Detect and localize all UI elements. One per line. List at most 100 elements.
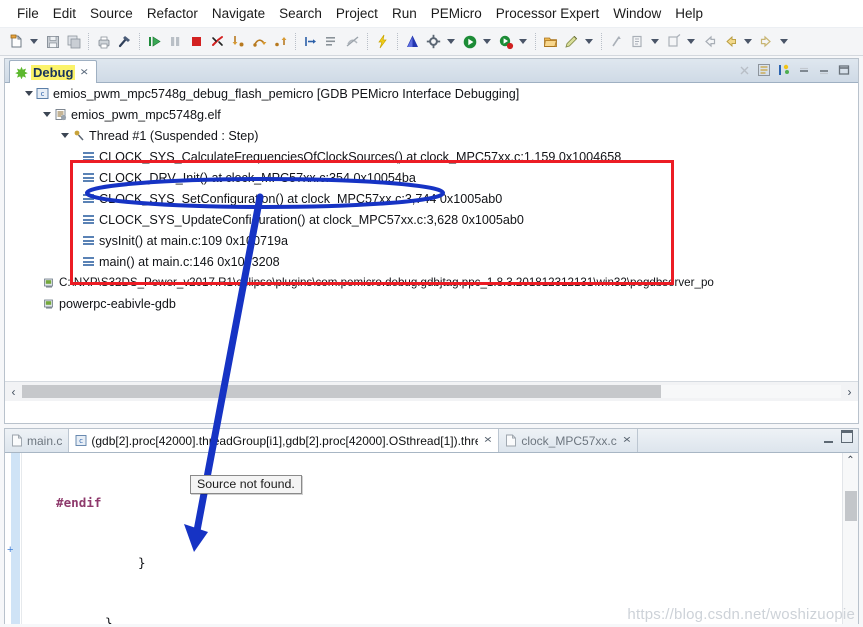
new-file-dropdown-arrow[interactable] (27, 32, 40, 52)
suspend-icon[interactable] (166, 32, 185, 52)
previous-annotation-icon[interactable] (628, 32, 647, 52)
tree-label: CLOCK_SYS_CalculateFrequenciesOfClockSou… (99, 149, 622, 164)
tree-row-thread[interactable]: Thread #1 (Suspended : Step) (5, 125, 858, 146)
close-icon[interactable]: ✕ (622, 436, 631, 446)
folding-marker-icon[interactable]: + (7, 545, 18, 556)
editor-gutter[interactable]: + (5, 453, 22, 624)
open-resource-icon[interactable] (541, 32, 560, 52)
scroll-left-icon[interactable]: ‹ (5, 383, 22, 401)
tree-row-launch-config[interactable]: c emios_pwm_mpc5748g_debug_flash_pemicro… (5, 83, 858, 104)
minimize-icon[interactable] (822, 431, 834, 443)
tab-clock-mpc57xx-c[interactable]: clock_MPC57xx.c ✕ (499, 429, 638, 452)
disconnect-icon[interactable] (208, 32, 227, 52)
restore-icon[interactable] (816, 62, 832, 78)
print-icon[interactable] (94, 32, 113, 52)
skip-breakpoints-icon[interactable] (343, 32, 362, 52)
maximize-icon[interactable] (836, 62, 852, 78)
forward-dropdown-arrow[interactable] (777, 32, 790, 52)
stack-frame-icon (83, 214, 94, 225)
menu-item-refactor[interactable]: Refactor (140, 4, 205, 23)
build-hammer-icon[interactable] (115, 32, 134, 52)
tree-label: CLOCK_SYS_SetConfiguration() at clock_MP… (99, 191, 503, 206)
tree-label: CLOCK_DRV_Init() at clock_MPC57xx.c:354 … (99, 170, 416, 185)
debug-dropdown-arrow[interactable] (516, 32, 529, 52)
code-text[interactable]: #endif } } } /* Calculate frequencies of… (23, 453, 843, 624)
vscroll-thumb[interactable] (845, 491, 857, 521)
menu-item-pemicro[interactable]: PEMicro (424, 4, 489, 23)
terminate-icon[interactable] (187, 32, 206, 52)
tree-label: C:\NXP\S32DS_Power_v2017.R1\eclipse\plug… (59, 276, 714, 289)
tree-row-gdbserver-process[interactable]: C:\NXP\S32DS_Power_v2017.R1\eclipse\plug… (5, 272, 858, 293)
tree-row-stack-frame[interactable]: CLOCK_DRV_Init() at clock_MPC57xx.c:354 … (5, 167, 858, 188)
debug-icon[interactable] (496, 32, 515, 52)
close-icon[interactable]: ✕ (80, 67, 89, 77)
hscroll-thumb[interactable] (22, 385, 661, 398)
menu-item-window[interactable]: Window (606, 4, 668, 23)
next-annotation-icon[interactable] (607, 32, 626, 52)
scroll-right-icon[interactable]: › (841, 383, 858, 401)
menu-item-help[interactable]: Help (668, 4, 710, 23)
minimize-icon[interactable] (796, 62, 812, 78)
processor-expert-icon[interactable] (403, 32, 422, 52)
menu-item-search[interactable]: Search (272, 4, 329, 23)
chevron-down-icon[interactable] (59, 130, 71, 142)
collapse-all-icon[interactable] (736, 62, 752, 78)
chevron-down-icon[interactable] (23, 88, 35, 100)
drop-to-frame-icon[interactable] (322, 32, 341, 52)
menu-item-edit[interactable]: Edit (46, 4, 83, 23)
editor-area: main.c c (gdb[2].proc[42000].threadGroup… (4, 428, 859, 624)
maximize-icon[interactable] (841, 431, 853, 443)
tree-row-elf[interactable]: emios_pwm_mpc5748g.elf (5, 104, 858, 125)
tab-gdb-frame[interactable]: c (gdb[2].proc[42000].threadGroup[i1],gd… (69, 429, 500, 452)
last-edit-location-icon[interactable] (664, 32, 683, 52)
menu-item-file[interactable]: File (10, 4, 46, 23)
forward-arrow-icon[interactable] (757, 32, 776, 52)
save-all-icon[interactable] (64, 32, 83, 52)
step-over-icon[interactable] (250, 32, 269, 52)
tree-label: CLOCK_SYS_UpdateConfiguration() at clock… (99, 212, 524, 227)
menu-item-navigate[interactable]: Navigate (205, 4, 272, 23)
run-icon[interactable] (460, 32, 479, 52)
debug-view-tabbar: Debug ✕ (5, 59, 858, 83)
menu-item-project[interactable]: Project (329, 4, 385, 23)
external-tools-dropdown-arrow[interactable] (444, 32, 457, 52)
menu-item-source[interactable]: Source (83, 4, 140, 23)
back-arrow-outline-icon[interactable] (700, 32, 719, 52)
code-pane[interactable]: + #endif } } } /* Calculate frequencies … (5, 453, 858, 624)
search-pencil-icon[interactable] (562, 32, 581, 52)
search-dropdown-arrow[interactable] (582, 32, 595, 52)
new-file-icon[interactable] (7, 32, 26, 52)
scroll-up-icon[interactable]: ⌃ (843, 453, 858, 468)
tab-debug[interactable]: Debug ✕ (9, 60, 97, 83)
tree-label: emios_pwm_mpc5748g_debug_flash_pemicro [… (53, 86, 520, 101)
last-edit-dropdown-arrow[interactable] (684, 32, 697, 52)
menu-item-processor-expert[interactable]: Processor Expert (489, 4, 607, 23)
editor-vscrollbar[interactable]: ⌃ (842, 453, 858, 624)
tree-row-gdb-process[interactable]: powerpc-eabivle-gdb (5, 293, 858, 314)
menu-item-run[interactable]: Run (385, 4, 424, 23)
tree-row-stack-frame[interactable]: CLOCK_SYS_CalculateFrequenciesOfClockSou… (5, 146, 858, 167)
tree-row-stack-frame[interactable]: main() at main.c:146 0x1003208 (5, 251, 858, 272)
step-return-icon[interactable] (271, 32, 290, 52)
hscroll-track[interactable] (22, 385, 841, 398)
step-into-icon[interactable] (229, 32, 248, 52)
tree-row-stack-frame[interactable]: CLOCK_SYS_SetConfiguration() at clock_MP… (5, 188, 858, 209)
tree-row-stack-frame[interactable]: sysInit() at main.c:109 0x100719a (5, 230, 858, 251)
chevron-down-icon[interactable] (41, 109, 53, 121)
run-last-tool-icon[interactable] (373, 32, 392, 52)
external-tools-icon[interactable] (424, 32, 443, 52)
back-arrow-icon[interactable] (721, 32, 740, 52)
save-icon[interactable] (43, 32, 62, 52)
annotation-dropdown-arrow[interactable] (648, 32, 661, 52)
pin-icon[interactable] (776, 62, 792, 78)
tree-row-stack-frame[interactable]: CLOCK_SYS_UpdateConfiguration() at clock… (5, 209, 858, 230)
tab-main-c[interactable]: main.c (5, 429, 70, 452)
resume-icon[interactable] (145, 32, 164, 52)
view-menu-icon[interactable] (756, 62, 772, 78)
back-dropdown-arrow[interactable] (741, 32, 754, 52)
debug-tree-hscrollbar[interactable]: ‹ › (5, 381, 858, 401)
instruction-stepping-icon[interactable] (301, 32, 320, 52)
close-icon[interactable]: ✕ (484, 436, 493, 446)
run-dropdown-arrow[interactable] (480, 32, 493, 52)
debug-tree[interactable]: c emios_pwm_mpc5748g_debug_flash_pemicro… (5, 83, 858, 401)
